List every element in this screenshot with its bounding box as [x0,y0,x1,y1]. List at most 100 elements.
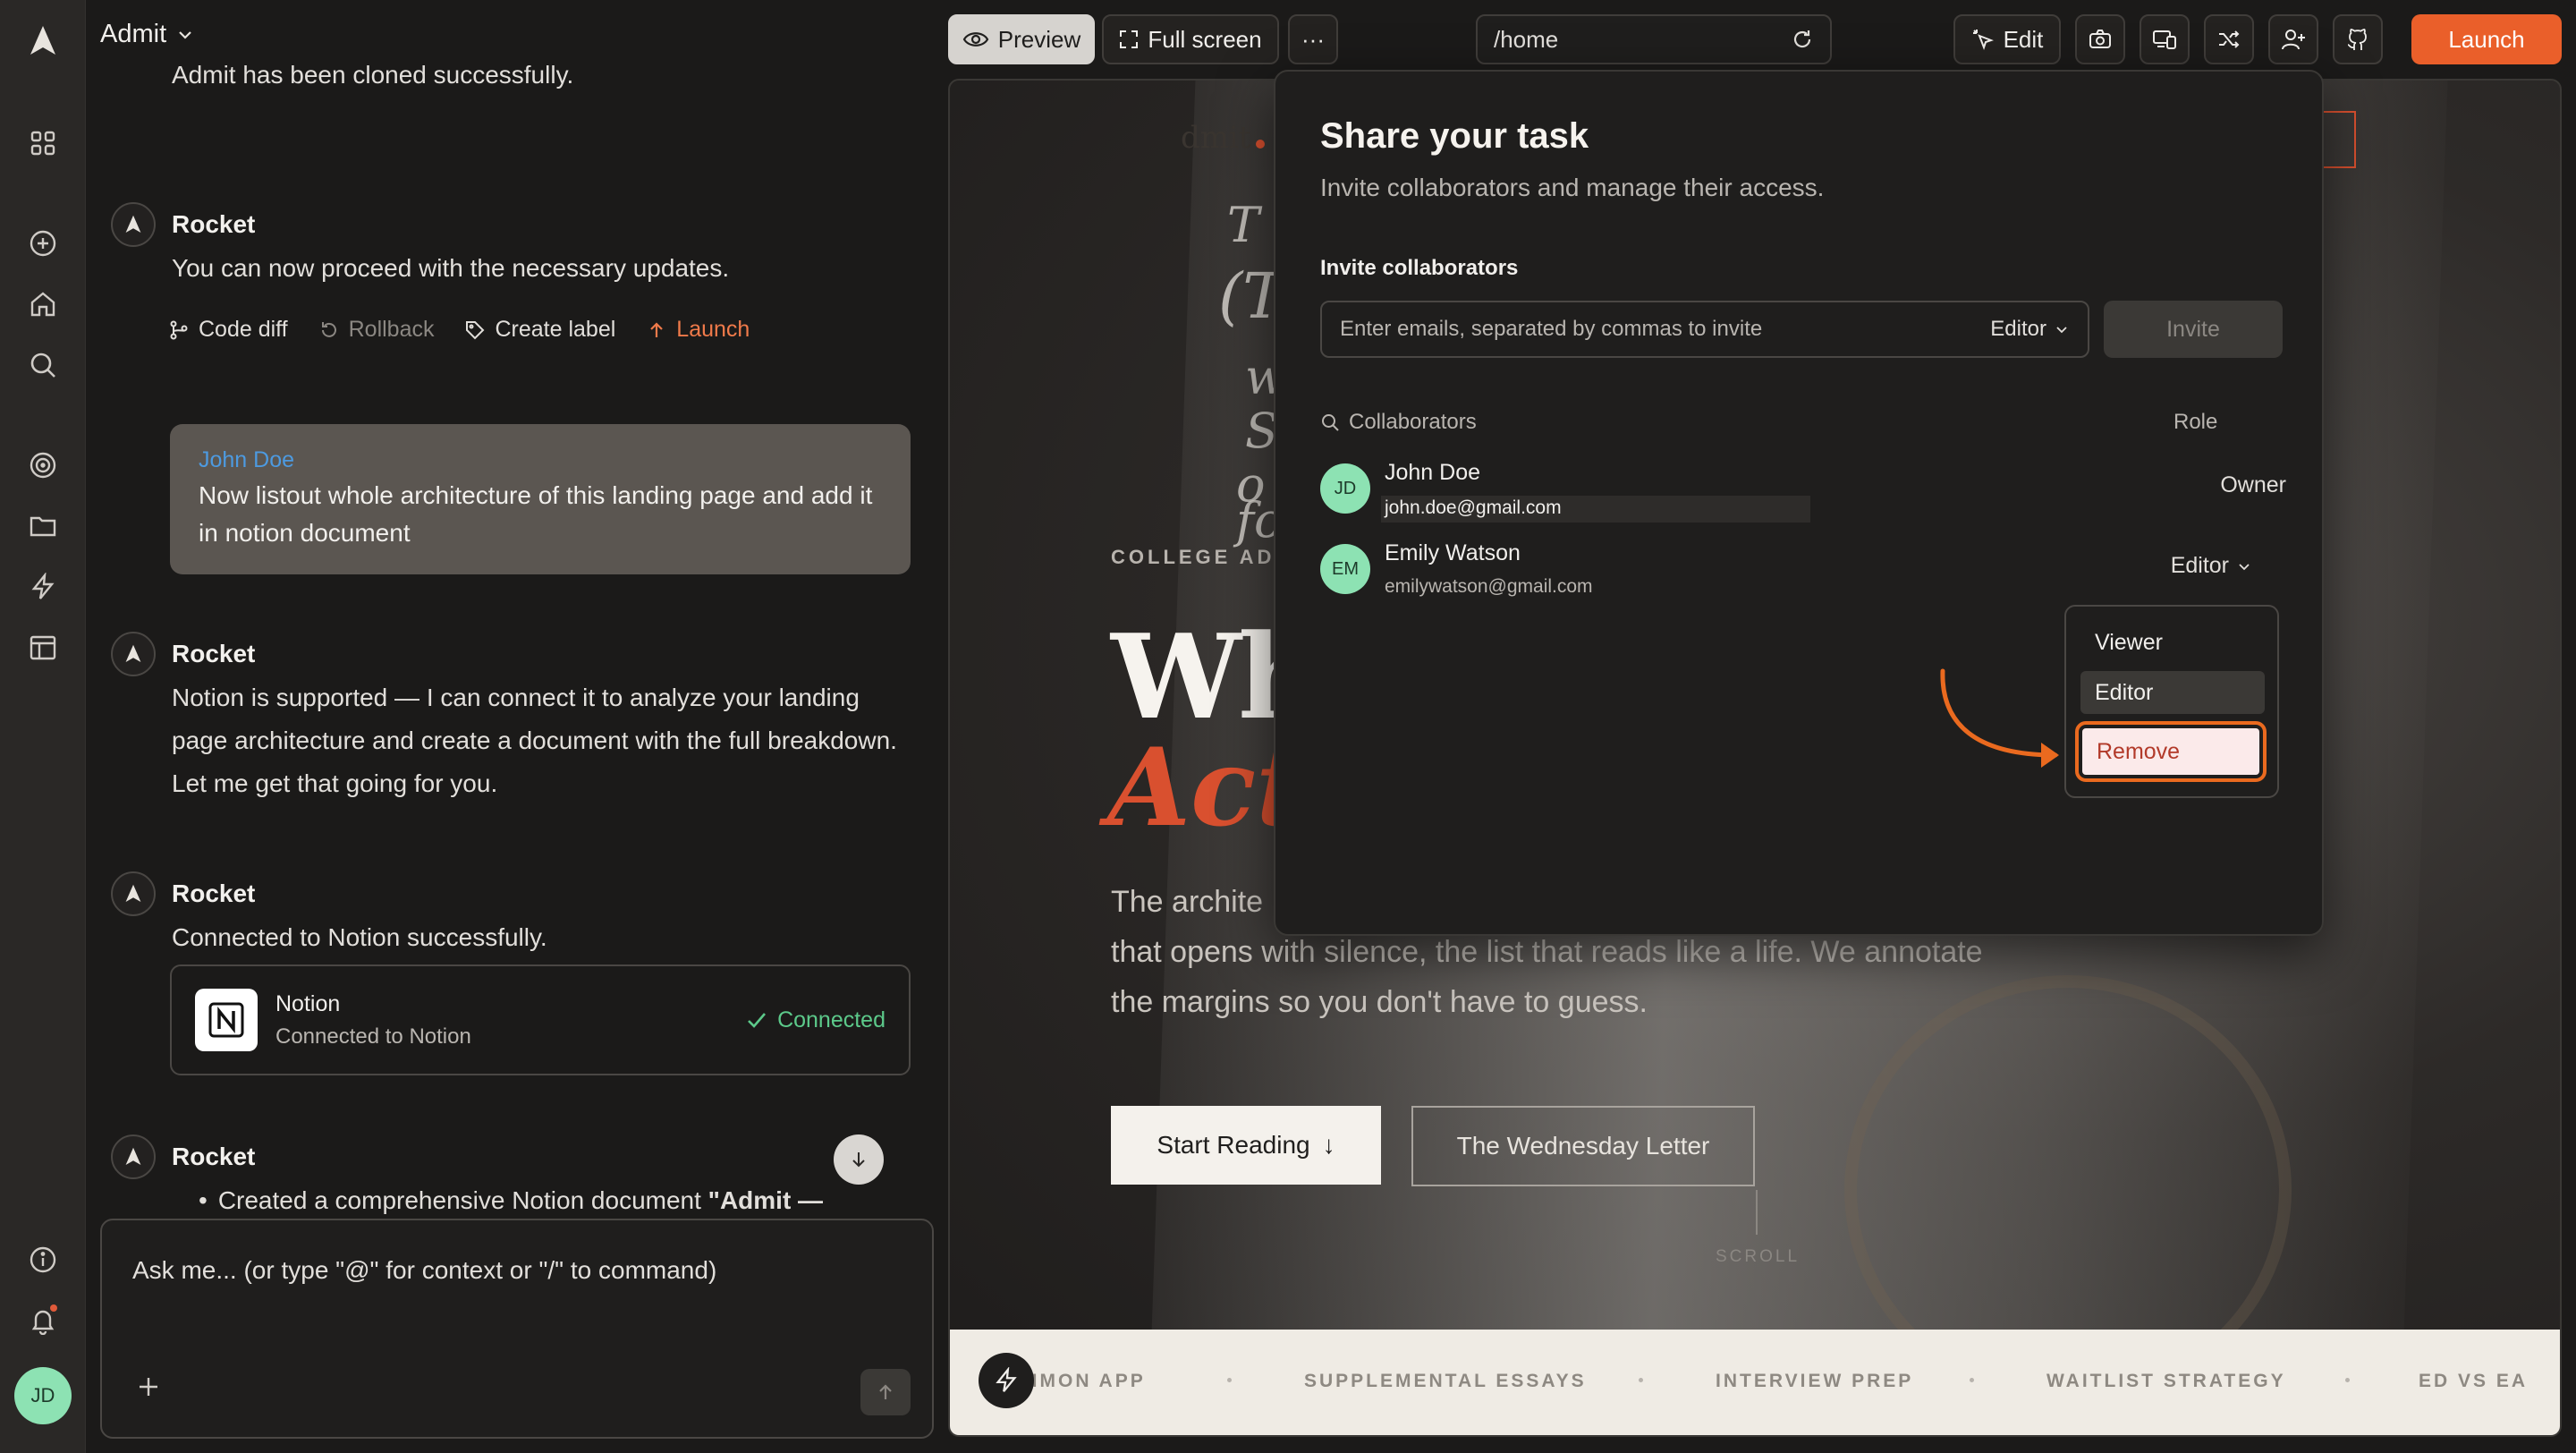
site-logo[interactable]: dmit [1181,120,1251,156]
share-invite-button[interactable] [2268,14,2318,64]
user-avatar[interactable]: JD [14,1367,72,1424]
url-bar[interactable]: /home [1476,14,1832,64]
scroll-to-bottom-button[interactable] [834,1134,884,1185]
role-option-remove[interactable]: Remove [2075,721,2267,782]
edit-button[interactable]: Edit [1953,14,2061,64]
project-name: Admit [100,20,167,48]
new-task-icon[interactable] [23,224,63,263]
role-option-viewer[interactable]: Viewer [2080,621,2265,664]
collaborator-role-select[interactable]: Editor [2171,553,2252,579]
undo-icon [321,321,336,337]
search-icon[interactable] [23,345,63,385]
ticker-item[interactable]: INTERVIEW PREP [1716,1371,1913,1392]
github-button[interactable] [2333,14,2383,64]
collaborator-row: JD John Doe john.doe@gmail.com Owner [1320,460,2286,523]
site-logo-dot [1256,140,1265,149]
ticker-separator [2345,1378,2350,1382]
connected-label: Connected [777,1007,886,1032]
modal-title: Share your task [1320,116,1589,156]
collaborator-email: emilywatson@gmail.com [1385,576,1593,597]
bolt-icon[interactable] [23,567,63,607]
create-label-button[interactable]: Create label [464,317,615,343]
collaborators-label: Collaborators [1349,410,1477,434]
scroll-indicator: SCROLL [1716,1247,1801,1266]
eye-icon [962,32,989,47]
url-text[interactable]: /home [1494,26,1558,54]
arrow-up-icon [650,321,664,337]
share-task-modal: Share your task Invite collaborators and… [1274,70,2324,936]
user-message-text: Now listout whole architecture of this l… [199,481,873,547]
chat-panel: Admit Admit has been cloned successfully… [86,0,948,1453]
user-plus-icon [2282,30,2305,50]
invite-button[interactable]: Invite [2104,301,2283,358]
device-toggle-button[interactable] [2140,14,2190,64]
preview-tab[interactable]: Preview [948,14,1095,64]
target-icon[interactable] [23,446,63,485]
layout-icon[interactable] [23,628,63,667]
ticker-item[interactable]: WAITLIST STRATEGY [2046,1371,2286,1392]
camera-icon [2089,30,2111,48]
composer-placeholder[interactable]: Ask me... (or type "@" for context or "/… [132,1256,716,1285]
ticker-item[interactable]: ED VS EA [2419,1371,2528,1392]
collaborator-row: EM Emily Watson emilywatson@gmail.com Ed… [1320,540,2286,603]
chat-composer[interactable]: Ask me... (or type "@" for context or "/… [100,1219,934,1439]
role-dropdown-menu: Viewer Editor Remove [2064,605,2279,798]
screenshot-button[interactable] [2075,14,2125,64]
user-name: John Doe [199,447,295,472]
tag-icon [466,320,485,339]
launch-button[interactable]: Launch [2411,14,2562,64]
rollback-button[interactable]: Rollback [318,317,435,343]
rollback-label: Rollback [348,317,435,342]
arrow-up-icon [879,1384,892,1399]
rocket-logo-icon[interactable] [23,21,63,61]
role-option-editor[interactable]: Editor [2080,671,2265,714]
ticker-separator [1227,1378,1232,1382]
edit-label: Edit [2003,25,2044,53]
message-author: Rocket [172,640,256,667]
rocket-avatar-icon [111,1134,156,1179]
annotation-arrow-icon [1940,668,2059,768]
chat-message: Rocket Connected to Notion successfully. [111,871,898,959]
message-bullet: • Created a comprehensive Notion documen… [199,1179,898,1222]
message-text: You can now proceed with the necessary u… [172,254,730,282]
nav-cta-outline[interactable] [2324,111,2356,168]
code-diff-button[interactable]: Code diff [168,317,288,343]
connected-status: Connected [745,1007,886,1033]
notification-dot [50,1304,57,1312]
chat-message: Rocket Notion is supported — I can conne… [111,632,898,805]
rocket-avatar-icon [111,632,156,676]
collaborator-name: John Doe [1385,460,1481,485]
bell-icon[interactable] [23,1301,63,1340]
ticker-item[interactable]: MMON APP [1021,1371,1146,1392]
start-reading-button[interactable]: Start Reading ↓ [1111,1106,1381,1185]
invite-email-input[interactable]: Enter emails, separated by commas to inv… [1320,301,2089,358]
ticker-item[interactable]: SUPPLEMENTAL ESSAYS [1304,1371,1587,1392]
branch-icon [170,320,188,339]
launch-action-button[interactable]: Launch [646,317,750,343]
shuffle-button[interactable] [2204,14,2254,64]
project-switcher[interactable]: Admit [100,20,195,49]
fullscreen-button[interactable]: Full screen [1102,14,1279,64]
invite-email-placeholder[interactable]: Enter emails, separated by commas to inv… [1340,317,1762,342]
home-icon[interactable] [23,285,63,324]
create-label-label: Create label [495,317,616,342]
notion-logo-icon [195,989,258,1051]
wednesday-letter-button[interactable]: The Wednesday Letter [1411,1106,1755,1186]
more-options-button[interactable]: ··· [1288,14,1338,64]
github-icon [2347,29,2367,50]
folder-icon[interactable] [23,506,63,546]
info-icon[interactable] [23,1240,63,1279]
notion-connection-card[interactable]: Notion Connected to Notion Connected [170,964,911,1075]
arrow-down-icon [852,1152,865,1168]
invite-role-select[interactable]: Editor [1990,317,2070,342]
quick-action-bolt-button[interactable] [979,1353,1034,1408]
chat-message: Rocket You can now proceed with the nece… [111,202,898,290]
attach-plus-icon[interactable] [136,1374,161,1399]
collaborators-search[interactable]: Collaborators [1320,410,1477,435]
send-button[interactable] [860,1369,911,1415]
devices-icon [2153,30,2176,49]
icon-rail: JD [0,0,86,1453]
reload-icon[interactable] [1791,28,1814,51]
apps-grid-icon[interactable] [23,123,63,163]
launch-action-label: Launch [676,317,750,342]
